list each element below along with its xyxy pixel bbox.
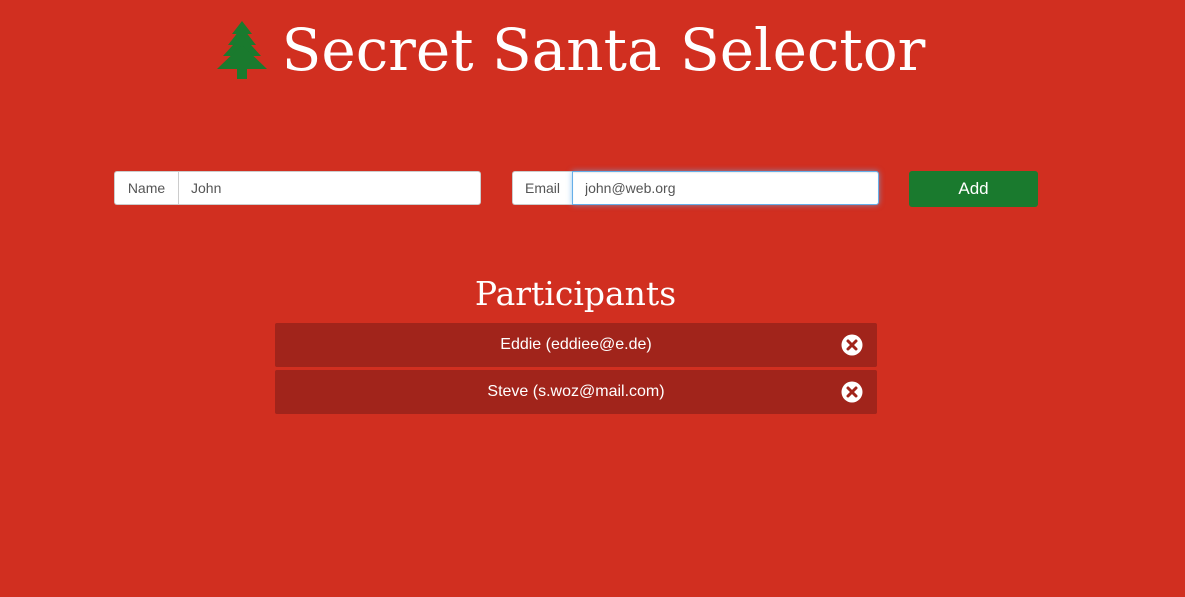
participant-label: Eddie (eddiee@e.de): [500, 336, 652, 353]
name-field-label: Name: [114, 171, 178, 205]
remove-icon[interactable]: [841, 381, 863, 403]
list-item: Eddie (eddiee@e.de): [275, 323, 877, 367]
header: Secret Santa Selector: [0, 10, 1185, 90]
page-title: Secret Santa Selector: [281, 16, 926, 84]
participant-label: Steve (s.woz@mail.com): [487, 383, 665, 400]
tree-icon: [216, 21, 268, 79]
header-inner: Secret Santa Selector: [216, 15, 926, 85]
name-input-group: Name: [114, 171, 481, 205]
email-field-label: Email: [512, 171, 572, 205]
list-item: Steve (s.woz@mail.com): [275, 370, 877, 414]
add-button[interactable]: Add: [909, 171, 1038, 207]
email-input-group: Email: [512, 171, 879, 205]
remove-icon[interactable]: [841, 334, 863, 356]
participants-list: Eddie (eddiee@e.de) Steve (s.woz@mail.co…: [275, 323, 877, 417]
name-field[interactable]: [178, 171, 481, 205]
app-root: Secret Santa Selector Name Email Add Par…: [0, 0, 1185, 597]
participants-title: Participants: [474, 274, 677, 313]
email-field[interactable]: [572, 171, 879, 205]
